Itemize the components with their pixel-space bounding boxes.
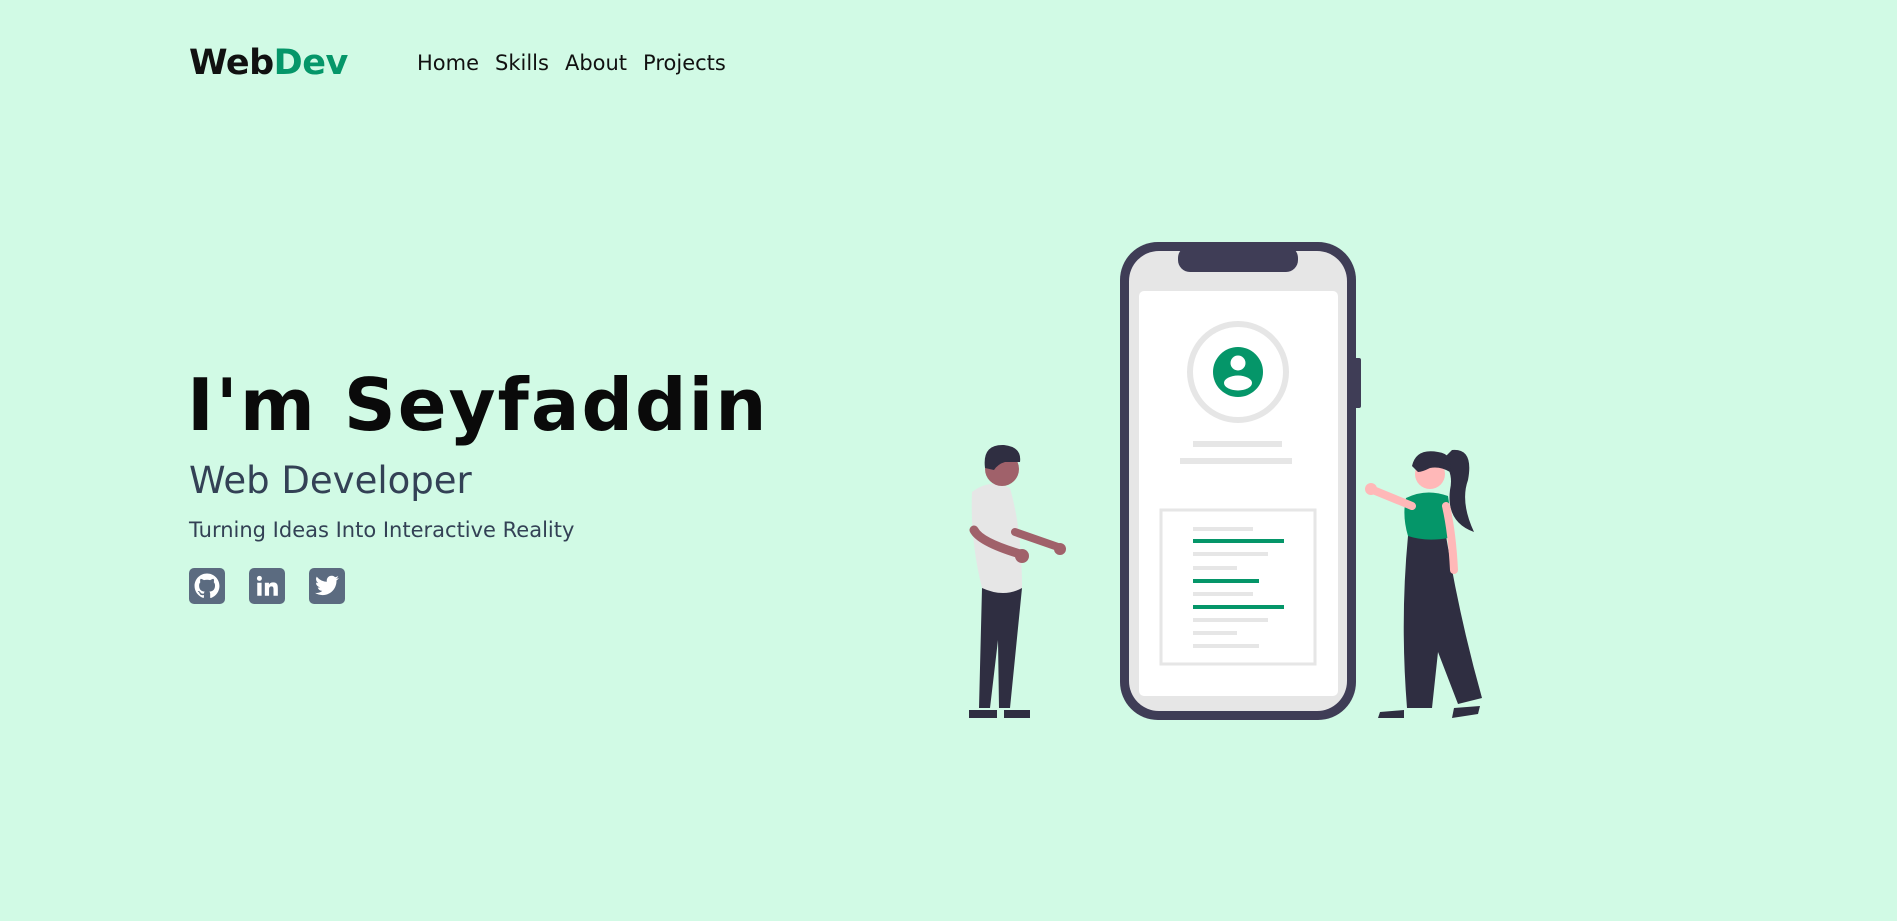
linkedin-icon <box>256 575 278 596</box>
hero-illustration <box>969 242 1482 720</box>
twitter-icon <box>315 575 339 596</box>
logo[interactable]: WebDev <box>189 38 348 88</box>
main-nav: Home Skills About Projects <box>417 47 726 79</box>
github-icon <box>194 573 220 599</box>
nav-link-home[interactable]: Home <box>417 47 479 79</box>
logo-text-web: Web <box>189 43 274 83</box>
woman-figure <box>1365 449 1482 718</box>
hero-title: I'm Seyfaddin <box>187 363 769 447</box>
nav-link-projects[interactable]: Projects <box>643 47 726 79</box>
page: WebDev Home Skills About Projects I'm Se… <box>0 0 1897 921</box>
nav-link-skills[interactable]: Skills <box>495 47 549 79</box>
nav-link-about[interactable]: About <box>565 47 627 79</box>
github-link[interactable] <box>189 568 225 604</box>
twitter-link[interactable] <box>309 568 345 604</box>
man-figure <box>969 444 1066 718</box>
social-links <box>189 568 345 604</box>
hero-role: Web Developer <box>189 459 472 502</box>
hero-tagline: Turning Ideas Into Interactive Reality <box>189 518 575 542</box>
logo-text-dev: Dev <box>273 43 349 83</box>
site-header: WebDev <box>189 38 348 88</box>
phone-illustration <box>1120 242 1361 720</box>
linkedin-link[interactable] <box>249 568 285 604</box>
